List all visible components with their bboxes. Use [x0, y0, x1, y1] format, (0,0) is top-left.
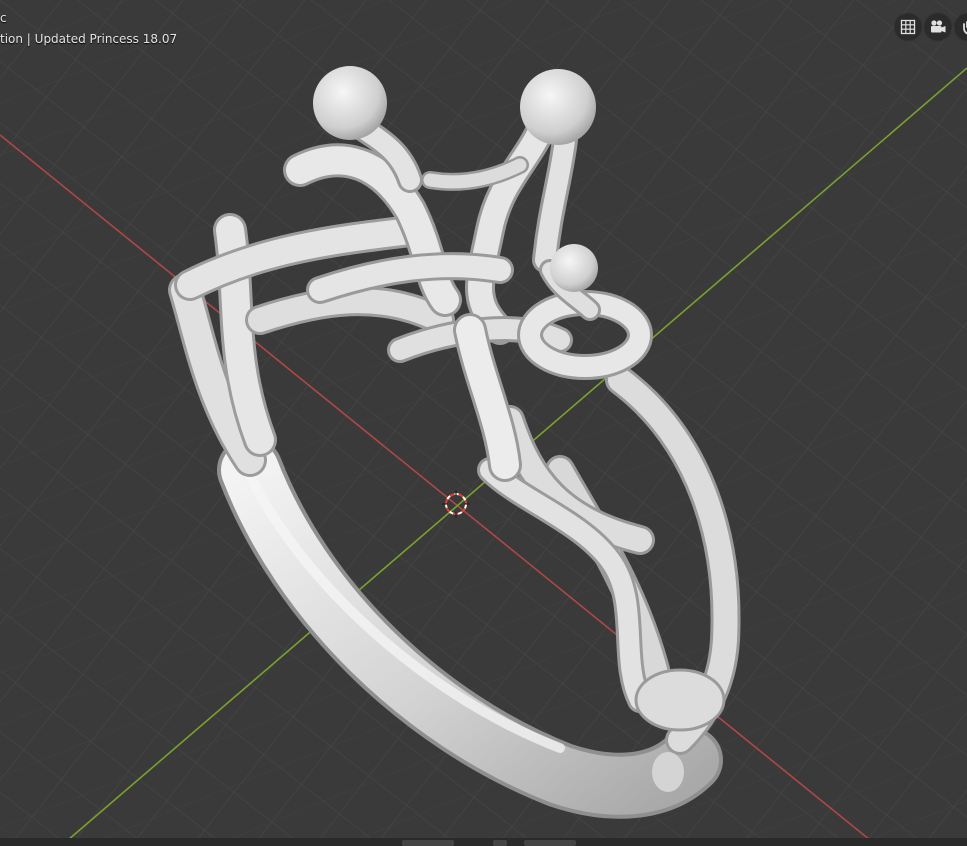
- 3d-viewport[interactable]: c tion | Updated Princess 18.07: [0, 0, 967, 846]
- footer-widget[interactable]: [493, 840, 507, 846]
- view-name-label: c: [0, 11, 7, 25]
- camera-icon: [931, 20, 946, 33]
- prong-ball-left: [313, 66, 387, 140]
- viewport-scene[interactable]: [0, 0, 967, 846]
- grid-icon: [900, 19, 916, 35]
- hand-icon: [963, 21, 967, 35]
- footer-widget[interactable]: [402, 840, 454, 846]
- viewport-footer: [0, 838, 967, 846]
- bottom-knot: [634, 668, 726, 732]
- toggle-grid-button[interactable]: [895, 14, 921, 40]
- footer-widget[interactable]: [524, 840, 576, 846]
- collection-label: tion | Updated Princess 18.07: [0, 32, 178, 46]
- camera-view-button[interactable]: [925, 14, 951, 40]
- bottom-knot-end: [652, 752, 684, 792]
- prong-ball-back: [550, 244, 598, 292]
- prong-ball-right: [520, 69, 596, 145]
